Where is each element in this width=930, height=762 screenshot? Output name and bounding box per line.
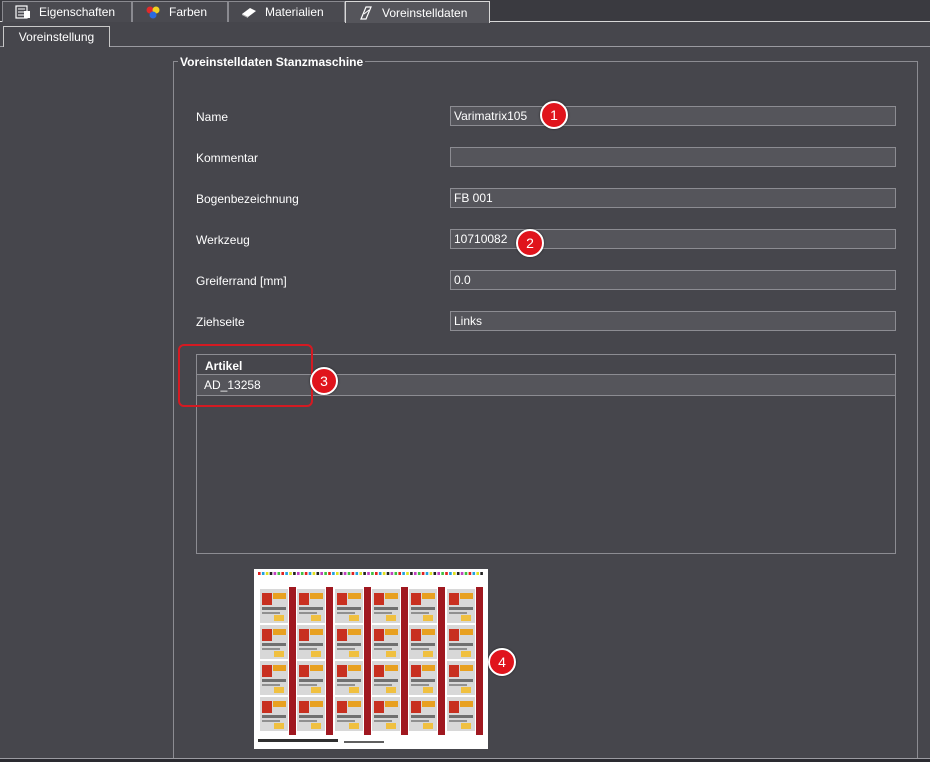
sheet-name-label: Bogenbezeichnung: [196, 192, 299, 206]
comment-input[interactable]: [450, 147, 896, 167]
name-label: Name: [196, 110, 229, 124]
bottom-border: [0, 758, 930, 762]
name-input[interactable]: [450, 106, 896, 126]
subtab-voreinstellung[interactable]: Voreinstellung: [3, 26, 110, 47]
properties-icon: [15, 5, 31, 19]
tab-materialien[interactable]: Materialien: [228, 1, 345, 22]
comment-label: Kommentar: [196, 151, 259, 165]
tab-label: Voreinstelldaten: [382, 5, 468, 20]
materials-icon: [241, 5, 257, 19]
pull-side-input[interactable]: [450, 311, 896, 331]
callout-badge: 1: [540, 101, 568, 129]
callout-badge: 2: [516, 229, 544, 257]
colors-icon: [145, 5, 161, 19]
preset-data-icon: [358, 5, 374, 20]
tab-label: Eigenschaften: [39, 5, 116, 19]
callout-highlight-frame: [178, 344, 313, 407]
tab-label: Farben: [169, 5, 208, 19]
main-tab-bar: Eigenschaften Farben Materialien Voreins…: [0, 0, 930, 23]
group-title: Voreinstelldaten Stanzmaschine: [178, 55, 366, 69]
callout-badge: 3: [310, 367, 338, 395]
sub-tab-bar: Voreinstellung: [0, 22, 930, 47]
sheet-preview-image: [254, 569, 488, 749]
tab-voreinstelldaten[interactable]: Voreinstelldaten: [345, 1, 490, 23]
tab-eigenschaften[interactable]: Eigenschaften: [2, 1, 132, 22]
pull-side-label: Ziehseite: [196, 315, 245, 329]
gripper-margin-label: Greiferrand [mm]: [196, 274, 287, 288]
tab-farben[interactable]: Farben: [132, 1, 228, 22]
gripper-margin-input[interactable]: [450, 270, 896, 290]
callout-badge: 4: [488, 648, 516, 676]
tool-label: Werkzeug: [196, 233, 250, 247]
sheet-name-input[interactable]: [450, 188, 896, 208]
sheet-layout-graphic: [258, 572, 483, 743]
tab-label: Materialien: [265, 5, 324, 19]
